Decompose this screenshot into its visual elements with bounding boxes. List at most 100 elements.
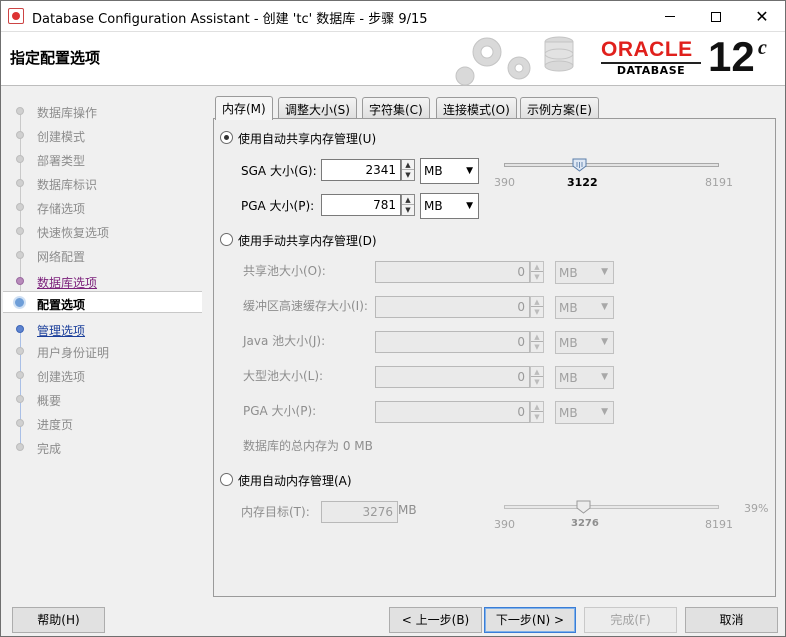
minimize-icon xyxy=(665,16,675,17)
sga-slider-max: 8191 xyxy=(705,176,733,189)
sga-unit-select[interactable]: MB ▼ xyxy=(420,158,479,184)
spin-down-icon[interactable]: ▼ xyxy=(531,342,543,352)
memory-target-label: 内存目标(T): xyxy=(241,505,310,519)
sga-slider-track[interactable] xyxy=(504,163,719,167)
tab-connection-mode[interactable]: 连接模式(O) xyxy=(436,97,517,119)
sga-slider-thumb[interactable] xyxy=(572,158,587,172)
memory-target-slider-value: 3276 xyxy=(571,518,599,529)
auto-shared-memory-radio[interactable] xyxy=(220,131,233,144)
step-item: 创建选项 xyxy=(3,364,202,386)
current-step-icon xyxy=(13,296,26,309)
java-pool-unit-select[interactable]: MB ▼ xyxy=(555,331,614,354)
manual-pga-unit-select[interactable]: MB ▼ xyxy=(555,401,614,424)
memory-target-input[interactable]: 3276 xyxy=(321,501,398,523)
version-logo: 12 xyxy=(708,33,755,80)
auto-memory-radio[interactable] xyxy=(220,473,233,486)
java-pool-input[interactable]: 0 xyxy=(375,331,530,353)
step-item: 网络配置 xyxy=(3,244,202,266)
pga-size-spinner[interactable]: ▲ ▼ xyxy=(401,194,415,216)
title-bar: Database Configuration Assistant - 创建 't… xyxy=(1,1,785,32)
manual-pga-input[interactable]: 0 xyxy=(375,401,530,423)
dropdown-arrow-icon: ▼ xyxy=(466,166,473,176)
memory-target-unit: MB xyxy=(398,503,417,517)
memory-target-slider-thumb[interactable] xyxy=(576,500,591,514)
dropdown-arrow-icon: ▼ xyxy=(601,372,608,382)
next-button[interactable]: 下一步(N) > xyxy=(484,607,576,633)
spin-up-icon[interactable]: ▲ xyxy=(531,367,543,377)
tab-memory[interactable]: 内存(M) xyxy=(215,96,273,120)
step-dot-icon xyxy=(16,227,24,235)
buffer-cache-unit-select[interactable]: MB ▼ xyxy=(555,296,614,319)
spin-down-icon[interactable]: ▼ xyxy=(402,170,414,180)
tab-sample-schemas[interactable]: 示例方案(E) xyxy=(520,97,599,119)
maximize-icon xyxy=(711,11,721,22)
spin-down-icon[interactable]: ▼ xyxy=(531,272,543,282)
step-dot-icon xyxy=(16,347,24,355)
step-item-current: 配置选项 xyxy=(3,291,202,313)
step-dot-icon xyxy=(16,325,24,333)
shared-pool-unit-select[interactable]: MB ▼ xyxy=(555,261,614,284)
manual-shared-memory-radio[interactable] xyxy=(220,233,233,246)
memory-target-slider-max: 8191 xyxy=(705,518,733,531)
manual-pga-spinner[interactable]: ▲ ▼ xyxy=(530,401,544,423)
back-button[interactable]: < 上一步(B) xyxy=(389,607,482,633)
spin-up-icon[interactable]: ▲ xyxy=(531,332,543,342)
sga-size-spinner[interactable]: ▲ ▼ xyxy=(401,159,415,181)
database-logo-text: DATABASE xyxy=(601,62,701,78)
maximize-button[interactable] xyxy=(693,1,739,32)
header-banner: 指定配置选项 ORACLE DATABASE 12 c xyxy=(1,32,785,86)
manual-pga-label: PGA 大小(P): xyxy=(243,404,317,418)
buffer-cache-spinner[interactable]: ▲ ▼ xyxy=(530,296,544,318)
step-dot-icon xyxy=(16,107,24,115)
step-dot-icon xyxy=(16,371,24,379)
buffer-cache-input[interactable]: 0 xyxy=(375,296,530,318)
sga-slider-min: 390 xyxy=(494,176,515,189)
dbca-window: Database Configuration Assistant - 创建 't… xyxy=(0,0,786,637)
step-dot-icon xyxy=(16,179,24,187)
shared-pool-input[interactable]: 0 xyxy=(375,261,530,283)
minimize-button[interactable] xyxy=(647,1,693,32)
memory-target-slider-track[interactable] xyxy=(504,505,719,509)
version-suffix-logo: c xyxy=(758,37,767,59)
memory-target-slider-min: 390 xyxy=(494,518,515,531)
manual-shared-memory-label[interactable]: 使用手动共享内存管理(D) xyxy=(238,232,377,249)
finish-button[interactable]: 完成(F) xyxy=(584,607,677,633)
large-pool-spinner[interactable]: ▲ ▼ xyxy=(530,366,544,388)
large-pool-input[interactable]: 0 xyxy=(375,366,530,388)
step-item: 完成 xyxy=(3,436,202,458)
java-pool-spinner[interactable]: ▲ ▼ xyxy=(530,331,544,353)
pga-size-label: PGA 大小(P): xyxy=(241,199,315,213)
step-item: 存储选项 xyxy=(3,196,202,218)
step-item-management-options[interactable]: 管理选项 xyxy=(3,318,202,340)
pga-size-input[interactable]: 781 xyxy=(321,194,401,216)
spin-up-icon[interactable]: ▲ xyxy=(531,402,543,412)
pga-unit-select[interactable]: MB ▼ xyxy=(420,193,479,219)
spin-up-icon[interactable]: ▲ xyxy=(531,262,543,272)
spin-down-icon[interactable]: ▼ xyxy=(531,412,543,422)
spin-up-icon[interactable]: ▲ xyxy=(402,160,414,170)
spin-down-icon[interactable]: ▼ xyxy=(531,377,543,387)
spin-up-icon[interactable]: ▲ xyxy=(531,297,543,307)
tab-character-sets[interactable]: 字符集(C) xyxy=(362,97,430,119)
step-item: 概要 xyxy=(3,388,202,410)
spin-down-icon[interactable]: ▼ xyxy=(531,307,543,317)
close-button[interactable]: ✕ xyxy=(739,1,785,32)
spin-down-icon[interactable]: ▼ xyxy=(402,205,414,215)
dropdown-arrow-icon: ▼ xyxy=(601,267,608,277)
large-pool-label: 大型池大小(L): xyxy=(243,369,324,383)
sga-size-input[interactable]: 2341 xyxy=(321,159,401,181)
step-item: 数据库标识 xyxy=(3,172,202,194)
step-item-database-options[interactable]: 数据库选项 xyxy=(3,270,202,292)
cancel-button[interactable]: 取消 xyxy=(685,607,778,633)
tab-sizing[interactable]: 调整大小(S) xyxy=(278,97,357,119)
help-button[interactable]: 帮助(H) xyxy=(12,607,105,633)
auto-memory-label[interactable]: 使用自动内存管理(A) xyxy=(238,472,352,489)
page-title: 指定配置选项 xyxy=(10,49,101,67)
auto-shared-memory-label[interactable]: 使用自动共享内存管理(U) xyxy=(238,130,376,147)
spin-up-icon[interactable]: ▲ xyxy=(402,195,414,205)
dropdown-arrow-icon: ▼ xyxy=(601,407,608,417)
large-pool-unit-select[interactable]: MB ▼ xyxy=(555,366,614,389)
shared-pool-spinner[interactable]: ▲ ▼ xyxy=(530,261,544,283)
sga-size-label: SGA 大小(G): xyxy=(241,164,317,178)
total-memory-text: 数据库的总内存为 0 MB xyxy=(243,439,373,453)
